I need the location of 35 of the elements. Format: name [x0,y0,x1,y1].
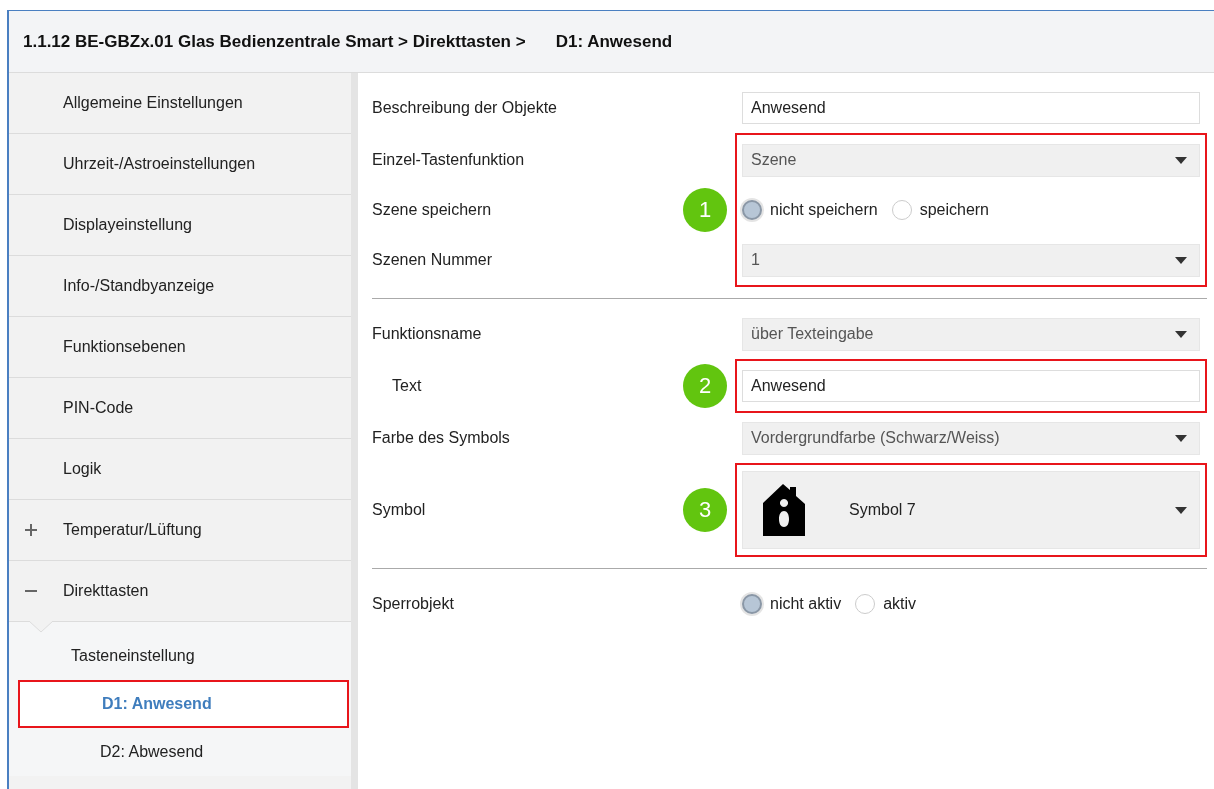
field-label: Sperrobjekt [372,595,454,613]
field-label: Einzel-Tastenfunktion [372,151,525,169]
plus-icon[interactable] [25,524,37,536]
field-label: Symbol [372,501,426,519]
breadcrumb-current: D1: Anwesend [555,31,673,52]
field-label: Szenen Nummer [372,251,493,269]
sidebar-subitem[interactable]: D2: Abwesend [18,728,349,776]
caret-icon [1175,330,1187,338]
callout-number: 2 [683,364,727,408]
dropdown[interactable]: Vordergrundfarbe (Schwarz/Weiss) [742,421,1200,455]
dropdown[interactable]: 1 [742,243,1200,277]
text-field[interactable]: Anwesend [742,92,1200,124]
radio-option[interactable]: nicht aktiv [742,594,842,614]
field-label: Text [391,377,422,395]
breadcrumb-path: 1.1.12 BE-GBZx.01 Glas Bedienzentrale Smart > Direkttasten > [23,31,526,52]
radio-option[interactable]: aktiv [855,594,917,614]
callout-number: 3 [683,488,727,532]
caret-icon [1175,506,1187,514]
field-label: Funktionsname [372,325,482,343]
field-label: Farbe des Symbols [372,429,510,447]
symbol-dropdown[interactable]: Symbol 7 [742,471,1200,549]
dropdown[interactable]: Szene [742,143,1200,177]
radio-option[interactable]: nicht speichern [742,200,878,220]
callout-number: 1 [683,188,727,232]
caret-icon [1175,434,1187,442]
caret-icon [1175,156,1187,164]
field-label: Beschreibung der Objekte [372,99,557,117]
dropdown[interactable]: über Texteingabe [742,317,1200,351]
sidebar-subitem[interactable]: Tasteneinstellung [9,632,351,680]
radio-option[interactable]: speichern [891,200,989,220]
house-icon [763,484,805,536]
caret-icon [1175,256,1187,264]
sidebar-subitem[interactable]: D1: Anwesend [18,680,349,728]
field-label: Szene speichern [372,201,492,219]
text-field[interactable]: Anwesend [742,370,1200,402]
